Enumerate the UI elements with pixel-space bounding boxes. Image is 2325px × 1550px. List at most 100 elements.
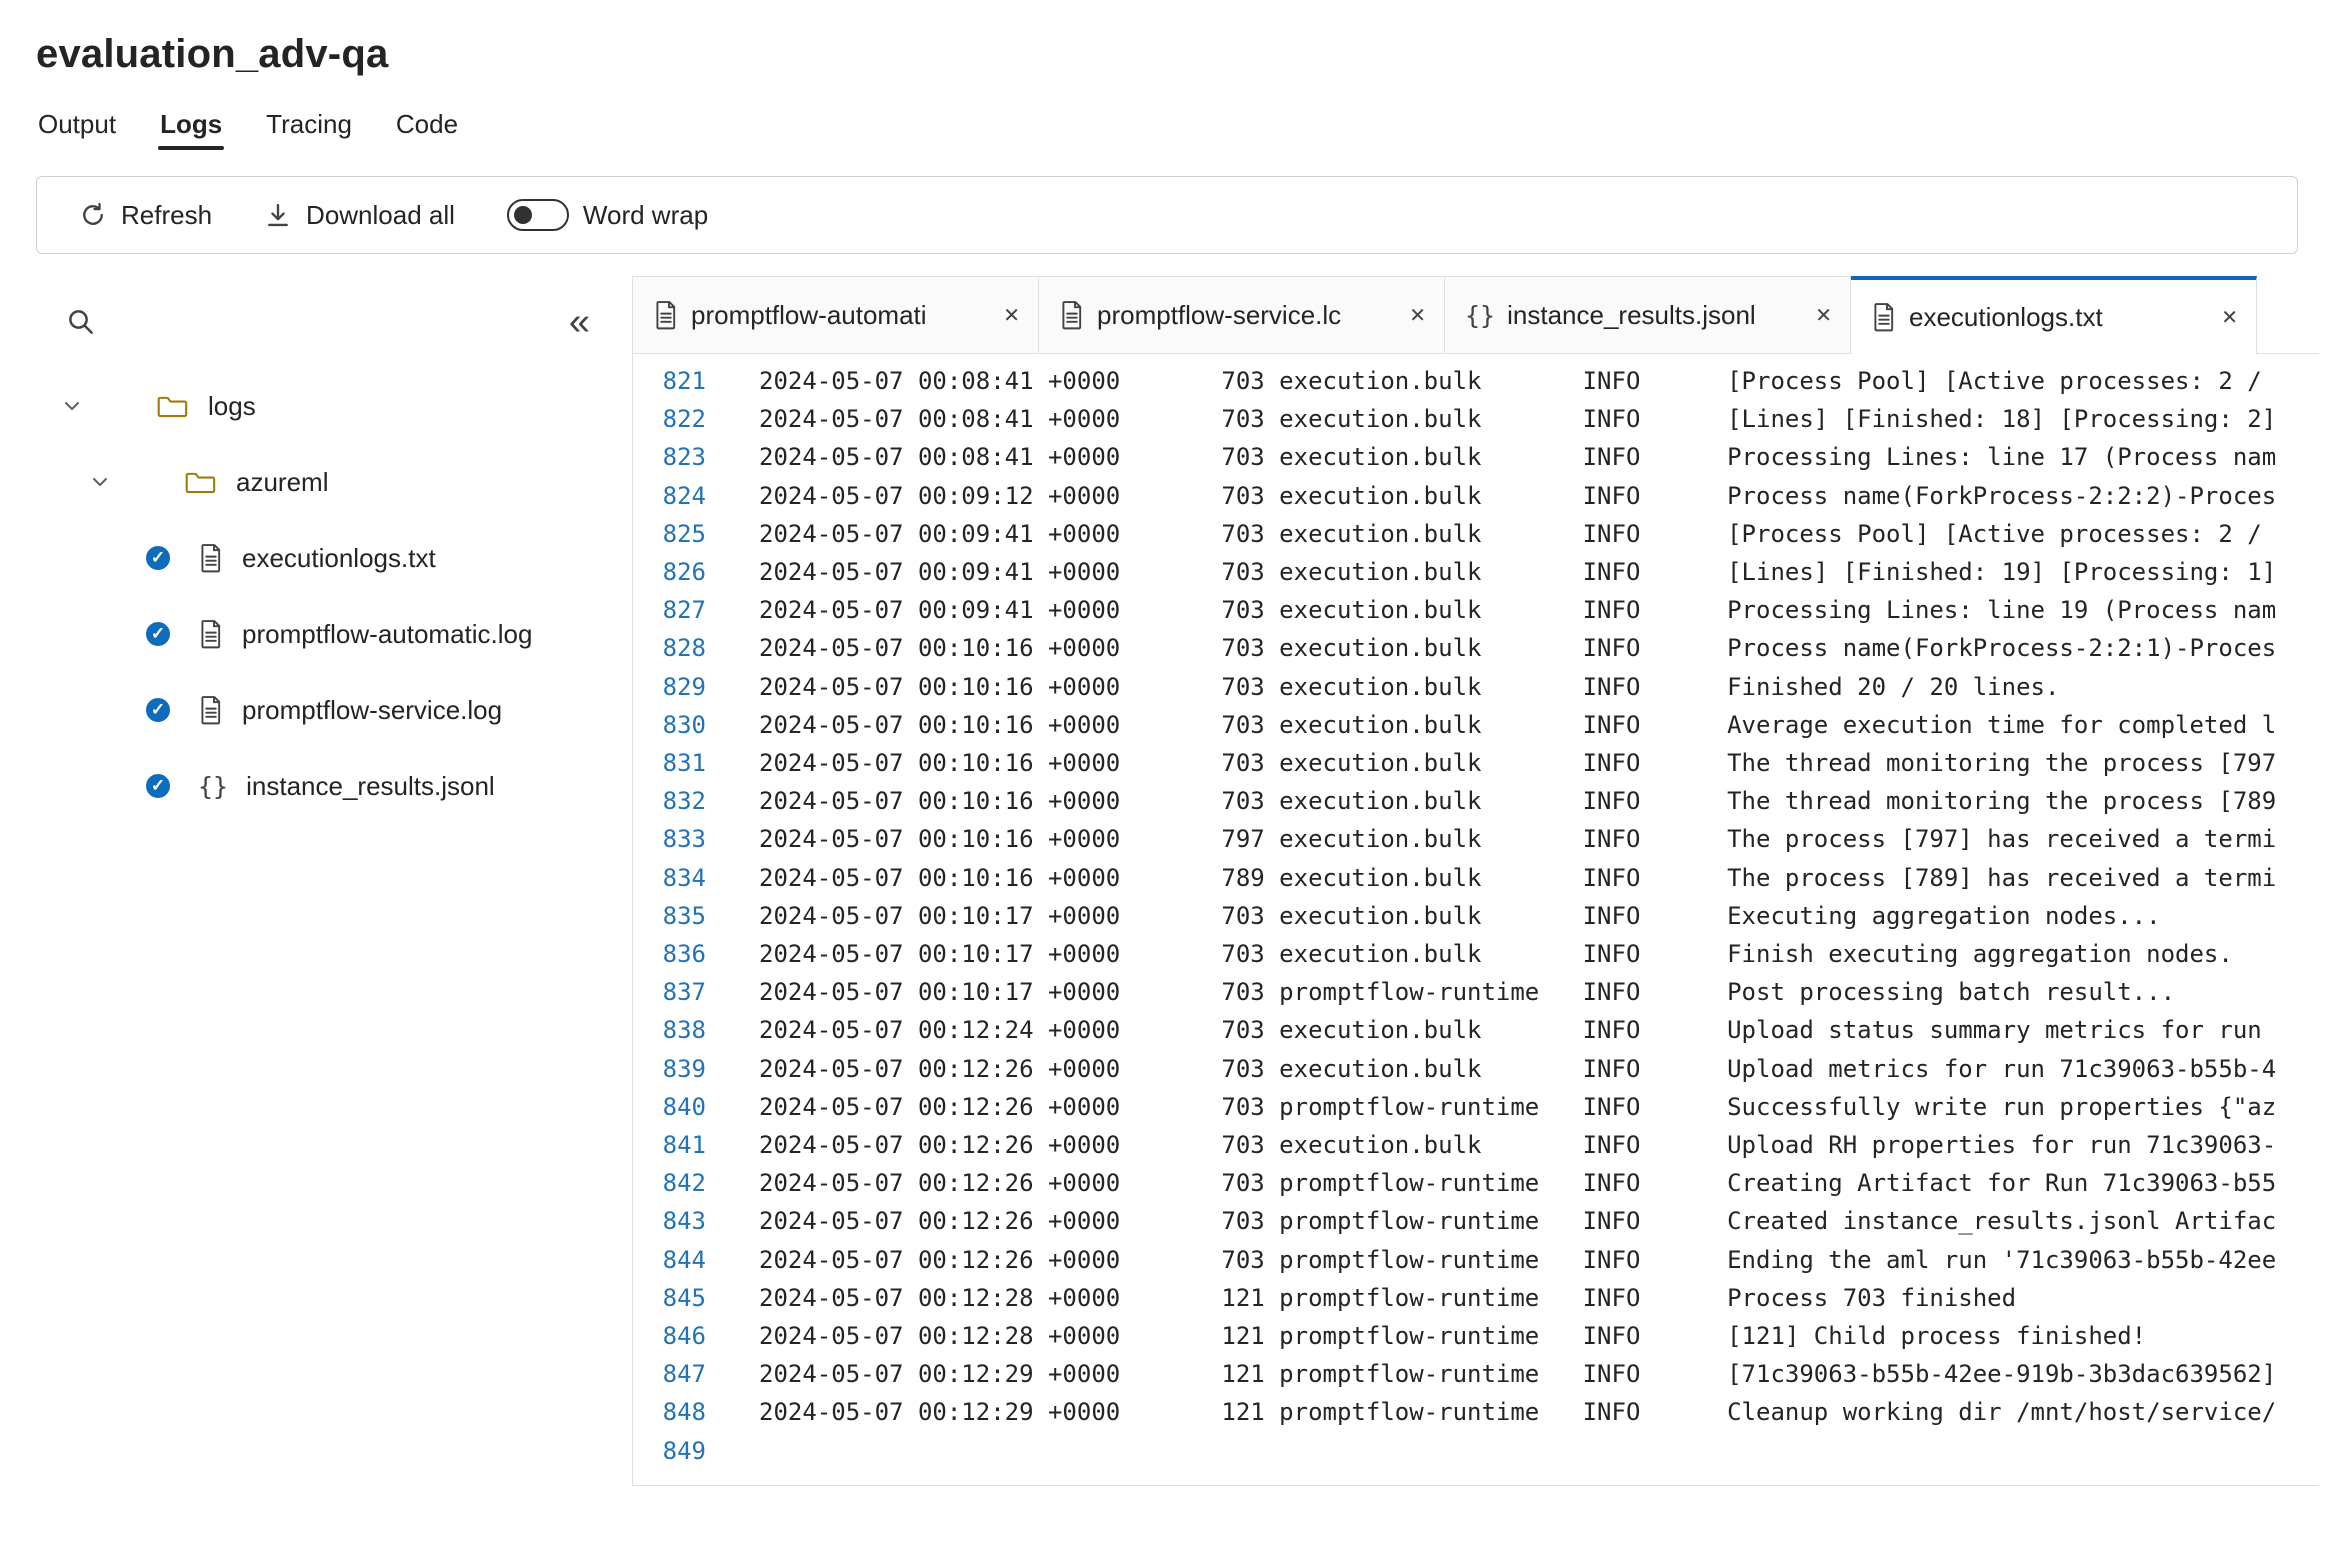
log-line: 838 2024-05-07 00:12:24 +0000 703 executi… <box>633 1011 2319 1049</box>
log-text: 2024-05-07 00:12:28 +0000 121 promptflow… <box>759 1283 2017 1312</box>
log-line: 823 2024-05-07 00:08:41 +0000 703 executi… <box>633 438 2319 476</box>
file-tab-promptflow-automati[interactable]: promptflow-automati ✕ <box>633 276 1039 354</box>
word-wrap-toggle-group: Word wrap <box>481 177 734 253</box>
log-text: 2024-05-07 00:12:26 +0000 703 promptflow… <box>759 1245 2277 1274</box>
document-icon <box>201 544 221 573</box>
log-line: 845 2024-05-07 00:12:28 +0000 121 promptf… <box>633 1279 2319 1317</box>
search-icon[interactable] <box>66 307 96 337</box>
line-number: 846 <box>662 1322 706 1351</box>
log-line: 833 2024-05-07 00:10:16 +0000 797 executi… <box>633 820 2319 858</box>
nav-tabs: Output Logs Tracing Code <box>36 103 2325 156</box>
line-number: 828 <box>662 634 706 663</box>
checked-badge-icon: ✓ <box>144 772 172 800</box>
log-text: 2024-05-07 00:10:17 +0000 703 execution.… <box>759 901 2161 930</box>
log-text: 2024-05-07 00:10:16 +0000 703 execution.… <box>759 710 2277 739</box>
file-tree: logs azureml ✓ executionlogs.txt ✓ promptflow… <box>36 368 632 824</box>
tree-item-promptflow-automatic.log[interactable]: ✓ promptflow-automatic.log <box>36 596 632 672</box>
line-number: 847 <box>662 1360 706 1389</box>
line-number: 830 <box>662 710 706 739</box>
tab-label: promptflow-service.lc <box>1097 299 1342 330</box>
checked-badge-icon: ✓ <box>144 620 172 648</box>
page: evaluation_adv-qa Output Logs Tracing Code … <box>0 0 2325 1486</box>
sidebar-header: « <box>36 290 632 354</box>
log-text: 2024-05-07 00:12:24 +0000 703 execution.… <box>759 1016 2262 1045</box>
word-wrap-label: Word wrap <box>582 199 709 230</box>
line-number: 839 <box>662 1054 706 1083</box>
tree-item-label: executionlogs.txt <box>242 542 436 573</box>
close-icon[interactable]: ✕ <box>1811 301 1836 330</box>
close-icon[interactable]: ✕ <box>1405 301 1430 330</box>
close-icon[interactable]: ✕ <box>2217 303 2242 332</box>
collapse-sidebar-icon[interactable]: « <box>569 303 590 341</box>
line-number: 842 <box>662 1169 706 1198</box>
download-icon <box>268 203 288 227</box>
tree-item-promptflow-service.log[interactable]: ✓ promptflow-service.log <box>36 672 632 748</box>
log-text: 2024-05-07 00:12:28 +0000 121 promptflow… <box>759 1322 2147 1351</box>
json-braces-icon: {} <box>198 771 229 801</box>
log-text: 2024-05-07 00:08:41 +0000 703 execution.… <box>759 443 2277 472</box>
line-number: 833 <box>662 825 706 854</box>
line-number: 836 <box>662 940 706 969</box>
log-line: 827 2024-05-07 00:09:41 +0000 703 executi… <box>633 591 2319 629</box>
log-text: 2024-05-07 00:10:17 +0000 703 promptflow… <box>759 978 2176 1007</box>
log-line: 821 2024-05-07 00:08:41 +0000 703 executi… <box>633 362 2319 400</box>
chevron-down-icon[interactable] <box>88 470 112 494</box>
log-text: 2024-05-07 00:12:29 +0000 121 promptflow… <box>759 1398 2277 1427</box>
line-number: 824 <box>662 481 706 510</box>
sidebar: « logs azureml ✓ executionlogs.txt ✓ promptfl… <box>36 276 632 1486</box>
nav-tab-logs[interactable]: Logs <box>158 103 225 156</box>
log-line: 836 2024-05-07 00:10:17 +0000 703 executi… <box>633 935 2319 973</box>
file-tab-instance_results.jsonl[interactable]: {} instance_results.jsonl ✕ <box>1445 276 1851 354</box>
tree-item-logs[interactable]: logs <box>36 368 632 444</box>
log-line: 830 2024-05-07 00:10:16 +0000 703 executi… <box>633 706 2319 744</box>
document-icon <box>1874 303 1894 332</box>
editor-panel: promptflow-automati ✕ promptflow-service.l… <box>632 276 2319 1486</box>
tree-item-label: promptflow-automatic.log <box>242 618 533 649</box>
tab-label: instance_results.jsonl <box>1507 299 1756 330</box>
download-all-label: Download all <box>306 199 455 230</box>
word-wrap-toggle[interactable] <box>506 199 569 231</box>
log-text: 2024-05-07 00:10:16 +0000 789 execution.… <box>759 863 2277 892</box>
tree-item-label: azureml <box>236 466 329 497</box>
line-number: 834 <box>662 863 706 892</box>
log-line: 839 2024-05-07 00:12:26 +0000 703 executi… <box>633 1050 2319 1088</box>
nav-tab-code[interactable]: Code <box>394 103 460 156</box>
log-viewer: 821 2024-05-07 00:08:41 +0000 703 executi… <box>633 354 2319 1485</box>
chevron-down-icon[interactable] <box>60 394 84 418</box>
file-tab-executionlogs.txt[interactable]: executionlogs.txt ✕ <box>1851 276 2257 354</box>
tabs-filler <box>2257 276 2319 354</box>
log-line: 844 2024-05-07 00:12:26 +0000 703 promptf… <box>633 1241 2319 1279</box>
line-number: 831 <box>662 749 706 778</box>
download-all-button[interactable]: Download all <box>238 177 481 253</box>
log-text: 2024-05-07 00:09:41 +0000 703 execution.… <box>759 596 2277 625</box>
line-number: 837 <box>662 978 706 1007</box>
log-text: 2024-05-07 00:12:29 +0000 121 promptflow… <box>759 1360 2277 1389</box>
tree-item-azureml[interactable]: azureml <box>36 444 632 520</box>
log-text: 2024-05-07 00:08:41 +0000 703 execution.… <box>759 367 2262 395</box>
toggle-knob <box>513 206 532 224</box>
nav-tab-tracing[interactable]: Tracing <box>264 103 354 156</box>
tree-item-executionlogs.txt[interactable]: ✓ executionlogs.txt <box>36 520 632 596</box>
checked-badge-icon: ✓ <box>144 696 172 724</box>
checked-badge-icon: ✓ <box>144 544 172 572</box>
toolbar: Refresh Download all Word wrap <box>36 176 2298 254</box>
log-line: 834 2024-05-07 00:10:16 +0000 789 executi… <box>633 859 2319 897</box>
log-line: 846 2024-05-07 00:12:28 +0000 121 promptf… <box>633 1317 2319 1355</box>
log-line: 835 2024-05-07 00:10:17 +0000 703 executi… <box>633 897 2319 935</box>
log-text: 2024-05-07 00:10:16 +0000 797 execution.… <box>759 825 2277 854</box>
refresh-button[interactable]: Refresh <box>53 177 238 253</box>
document-icon <box>201 620 221 649</box>
nav-tab-output[interactable]: Output <box>36 103 118 156</box>
line-number: 832 <box>662 787 706 816</box>
tree-item-label: promptflow-service.log <box>242 694 503 725</box>
log-text: 2024-05-07 00:09:41 +0000 703 execution.… <box>759 519 2262 548</box>
log-text: 2024-05-07 00:12:26 +0000 703 execution.… <box>759 1131 2277 1160</box>
document-icon <box>201 696 221 725</box>
file-tab-promptflow-service.lc[interactable]: promptflow-service.lc ✕ <box>1039 276 1445 354</box>
line-number: 826 <box>662 558 706 587</box>
tree-item-label: instance_results.jsonl <box>246 770 495 801</box>
log-text: 2024-05-07 00:12:26 +0000 703 promptflow… <box>759 1169 2277 1198</box>
log-line: 841 2024-05-07 00:12:26 +0000 703 executi… <box>633 1126 2319 1164</box>
tree-item-instance_results.jsonl[interactable]: ✓ {} instance_results.jsonl <box>36 748 632 824</box>
close-icon[interactable]: ✕ <box>999 301 1024 330</box>
